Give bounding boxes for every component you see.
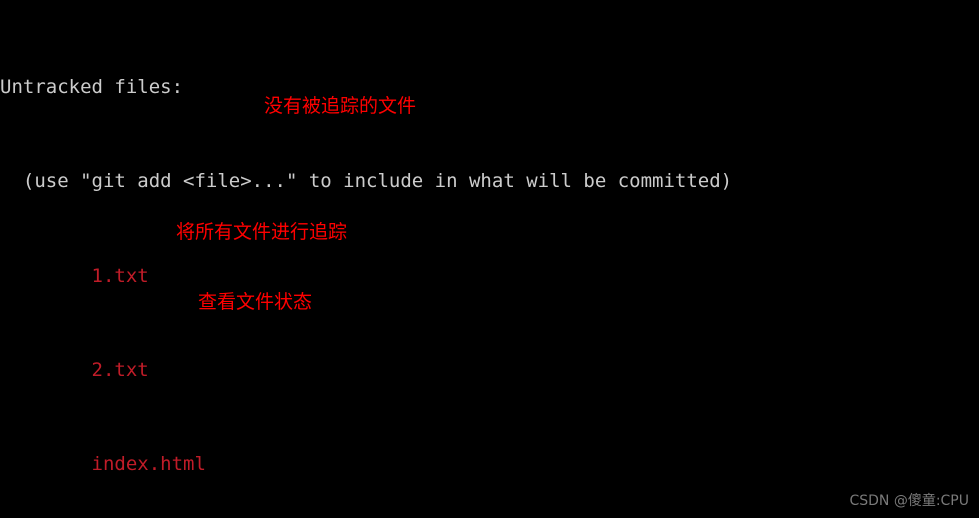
text-git-add-hint: (use "git add <file>..." to include in w… [0, 170, 733, 193]
output-line-untracked-file-1: 1.txt [0, 265, 979, 289]
terminal-output: Untracked files: (use "git add <file>...… [0, 5, 979, 518]
output-line-untracked-header: Untracked files: [0, 76, 979, 100]
text-untracked-file-3: index.html [0, 453, 206, 476]
watermark: CSDN @傻童:CPU [849, 493, 969, 510]
annotation-git-add: 将所有文件进行追踪 [176, 221, 348, 243]
text-untracked-file-1: 1.txt [0, 264, 149, 287]
annotation-git-status: 查看文件状态 [198, 291, 313, 313]
text-untracked-file-2: 2.txt [0, 358, 149, 381]
output-line-untracked-file-3: index.html [0, 453, 979, 477]
text-untracked-files-header: Untracked files: [0, 75, 184, 98]
annotation-untracked-files: 没有被追踪的文件 [264, 95, 417, 117]
terminal-window[interactable]: Untracked files: (use "git add <file>...… [0, 0, 979, 518]
output-line-use-git-add-hint: (use "git add <file>..." to include in w… [0, 170, 979, 194]
output-line-untracked-file-2: 2.txt [0, 359, 979, 383]
